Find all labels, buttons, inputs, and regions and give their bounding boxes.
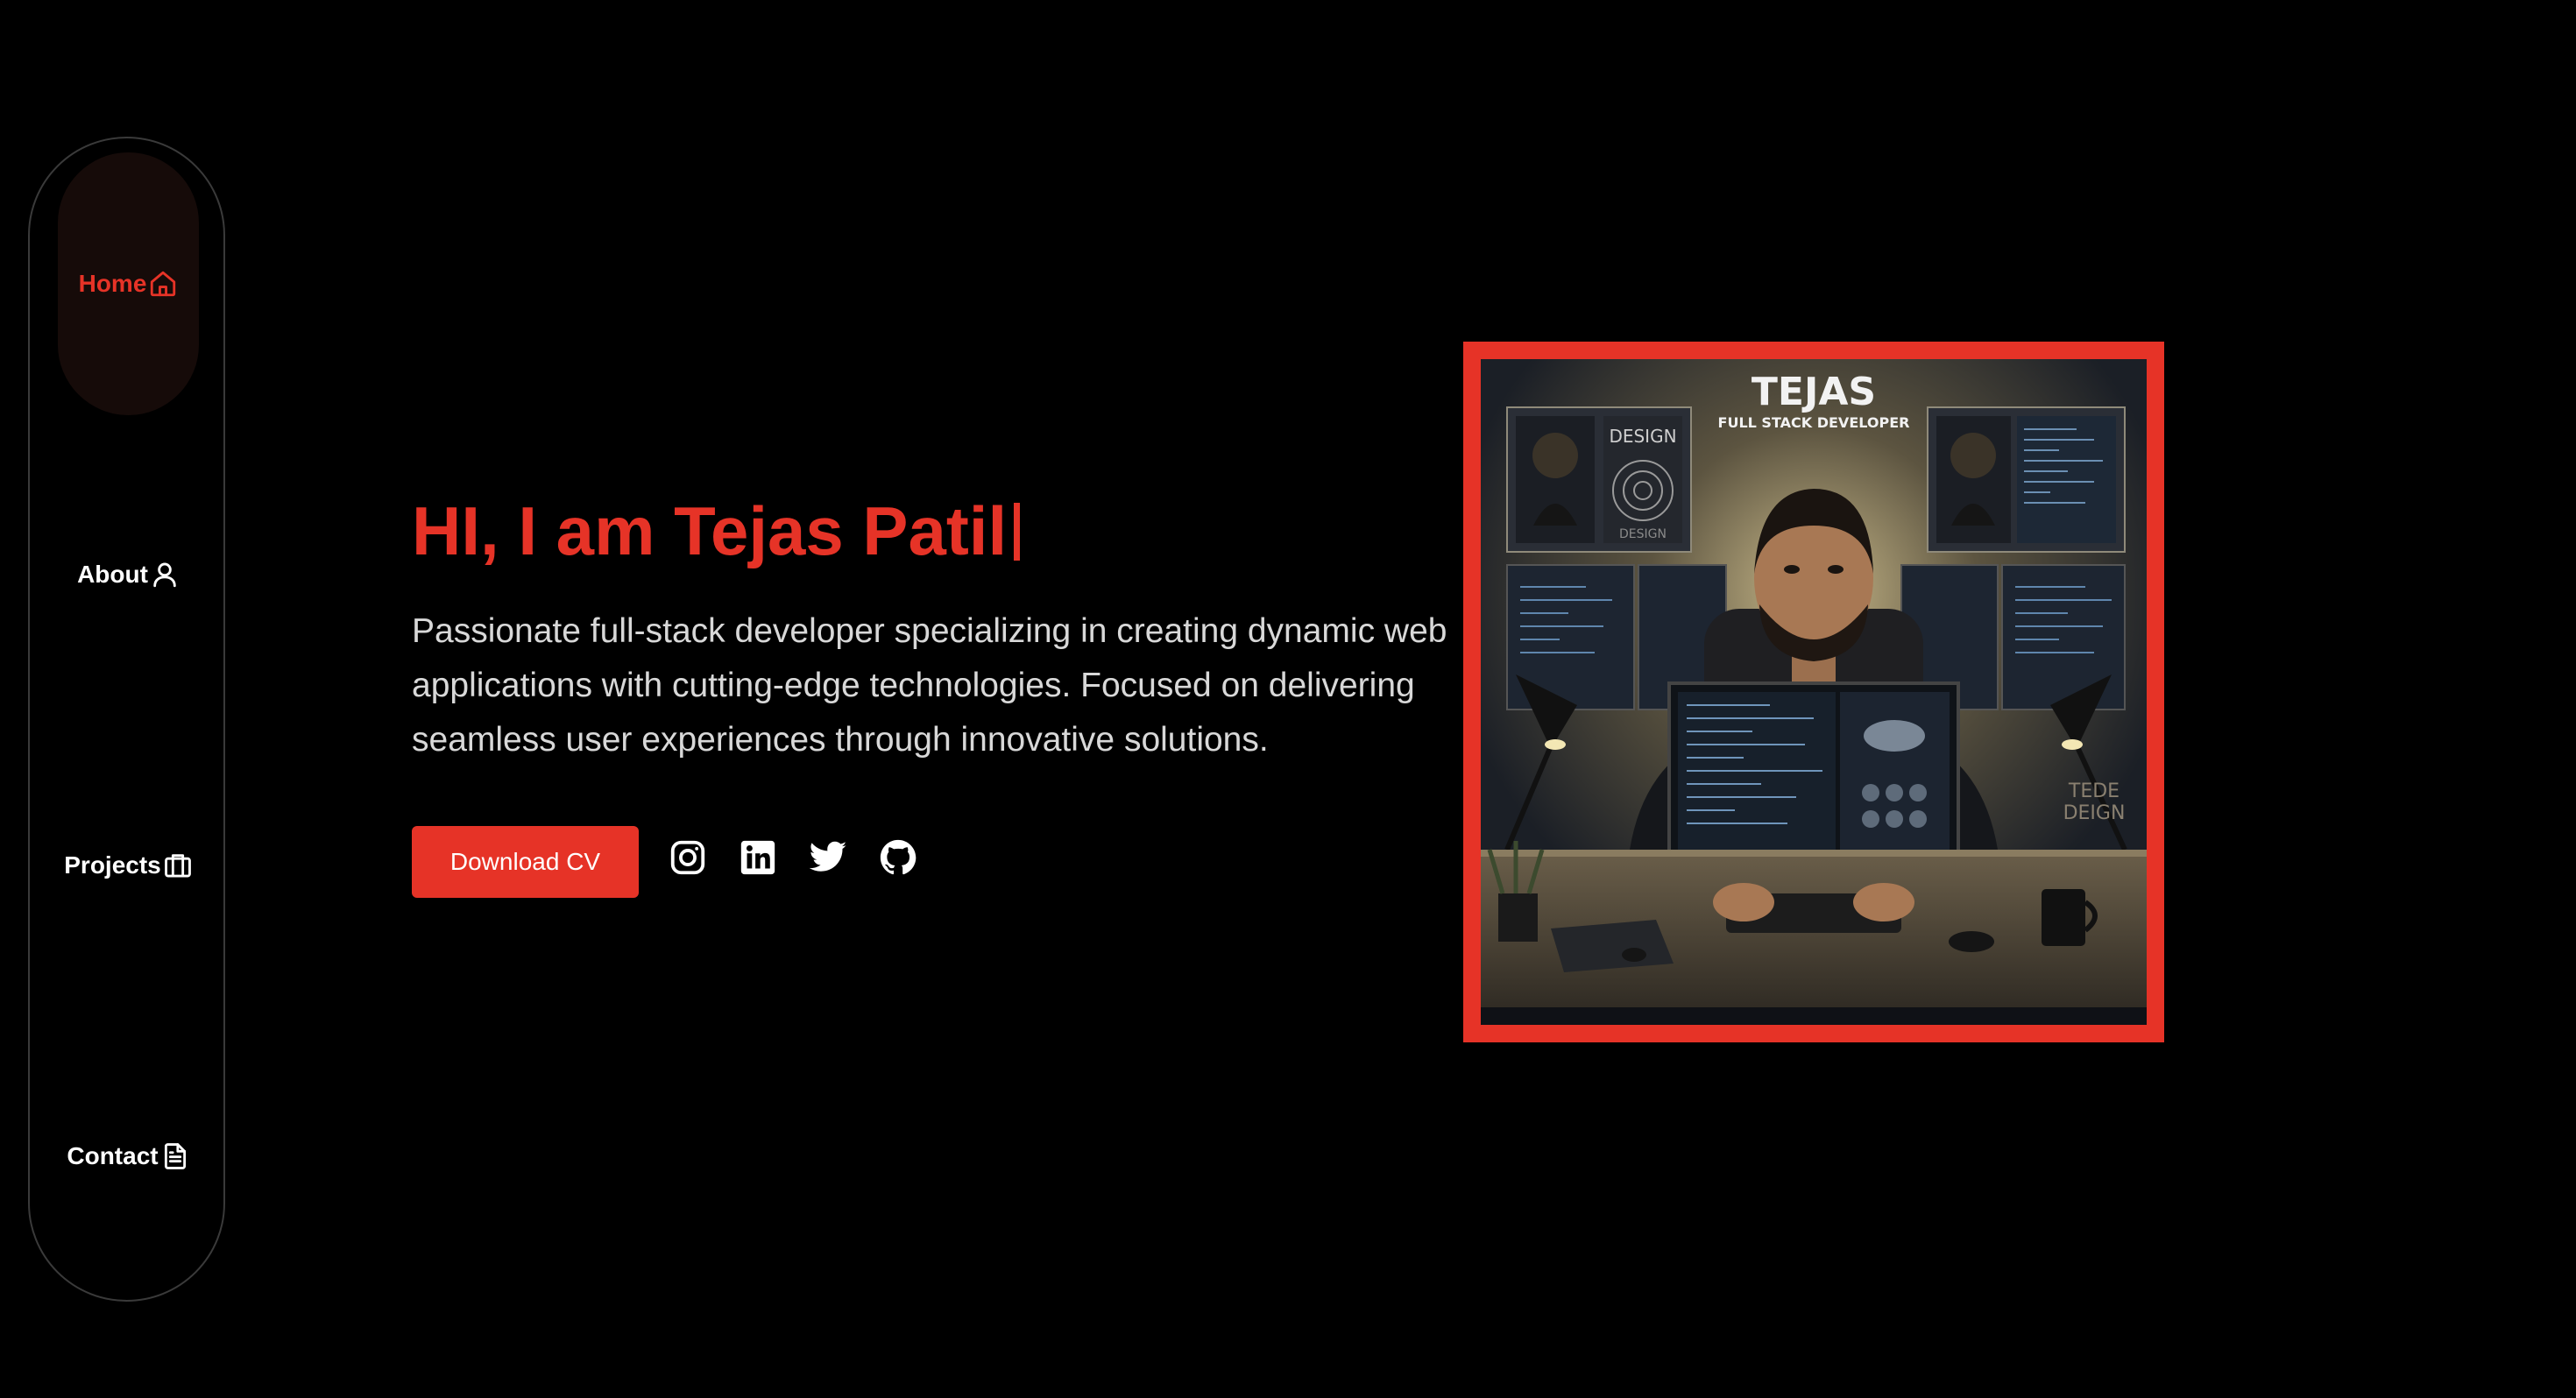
user-icon	[153, 562, 176, 588]
nav-item-contact[interactable]: Contact	[58, 1025, 199, 1288]
briefcase-icon	[164, 854, 191, 878]
desk-text-2: DEIGN	[2063, 802, 2126, 824]
typing-cursor	[1014, 502, 1021, 561]
instagram-icon	[670, 840, 705, 875]
hero-title-text: HI, I am Tejas Patil	[412, 492, 1008, 569]
image-heading: TEJAS	[1752, 370, 1876, 414]
nav-item-about[interactable]: About	[58, 443, 199, 706]
nav-item-label: Home	[78, 270, 147, 297]
instagram-link[interactable]	[666, 836, 710, 879]
twitter-link[interactable]	[806, 836, 850, 879]
nav-item-label: About	[77, 561, 148, 588]
image-subheading: FULL STACK DEVELOPER	[1718, 414, 1910, 431]
left-wall-panel: DESIGN DESIGN	[1506, 406, 1692, 553]
nav-item-projects[interactable]: Projects	[58, 734, 199, 997]
hero-title: HI, I am Tejas Patil	[412, 491, 1021, 573]
hero-description: Passionate full-stack developer speciali…	[412, 612, 1447, 759]
linkedin-icon	[740, 840, 775, 875]
left-panel-caption: DESIGN	[1619, 527, 1667, 541]
download-cv-button[interactable]: Download CV	[412, 826, 639, 898]
developer-illustration: DESIGN DESIGN TEJAS FULL STACK DEVELOPER…	[1481, 359, 2147, 1025]
twitter-icon	[809, 841, 847, 872]
left-panel-text: DESIGN	[1609, 426, 1676, 447]
github-icon	[880, 839, 916, 875]
nav-item-label: Contact	[67, 1142, 159, 1169]
document-icon	[164, 1143, 186, 1169]
hero-image-frame: DESIGN DESIGN TEJAS FULL STACK DEVELOPER…	[1463, 342, 2164, 1042]
nav-item-home[interactable]: Home	[58, 152, 199, 415]
desk-text-1: TEDE	[2068, 780, 2120, 802]
linkedin-link[interactable]	[736, 836, 780, 879]
github-link[interactable]	[876, 836, 920, 879]
home-icon	[151, 271, 176, 297]
right-wall-panel	[1927, 406, 2126, 553]
sidebar-nav: Home About Projects Contact	[28, 137, 225, 1302]
nav-item-label: Projects	[64, 851, 161, 879]
portfolio-page: Home About Projects Contact HI, I am Tej…	[0, 0, 2576, 1398]
